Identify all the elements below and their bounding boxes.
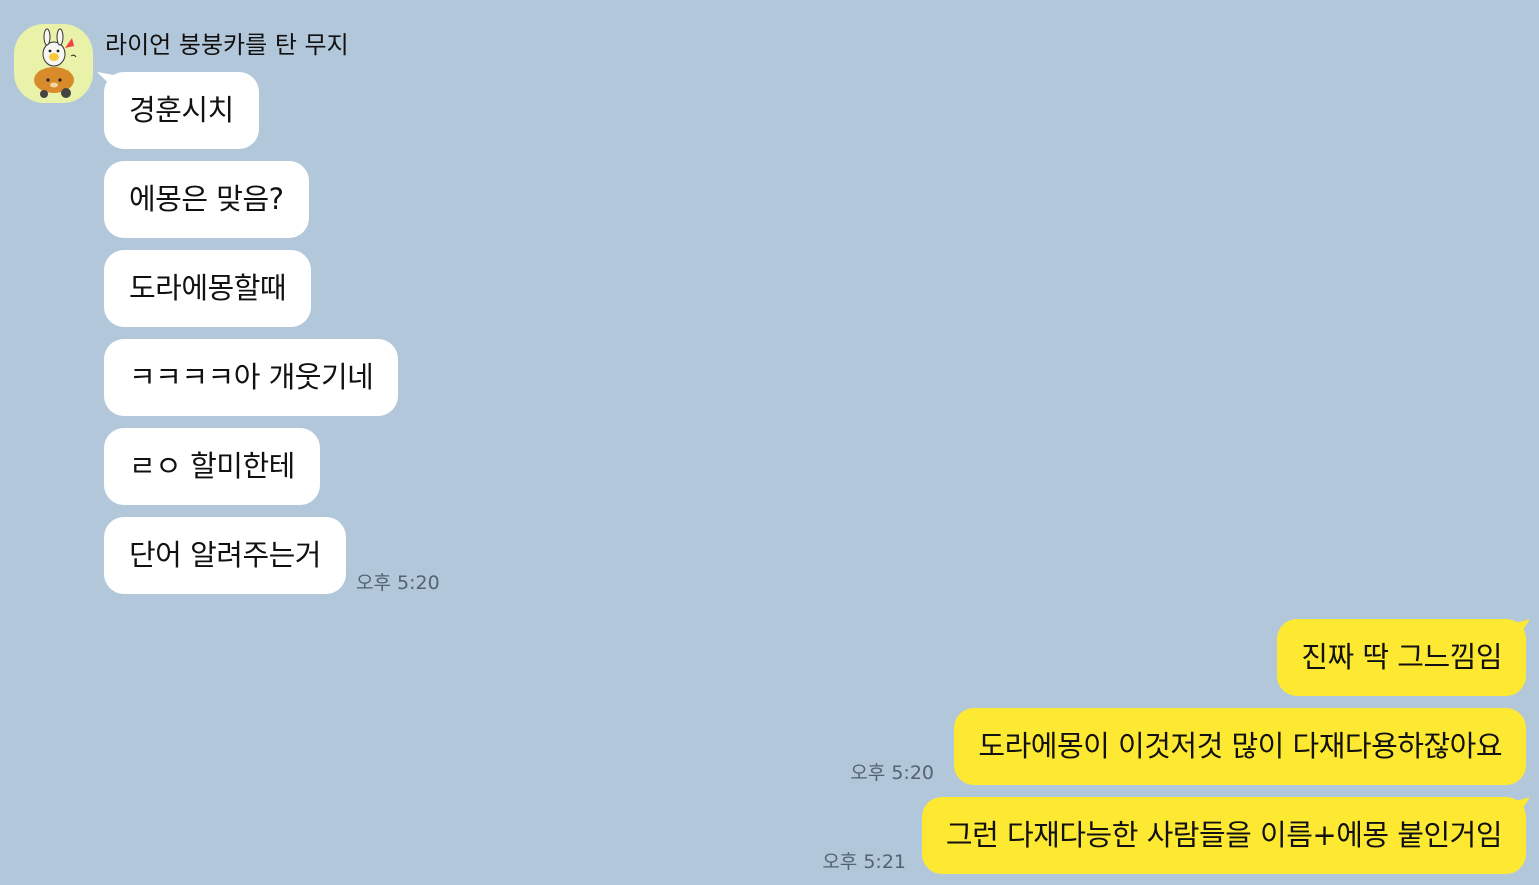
outgoing-timestamp: 오후 5:20 (850, 762, 934, 784)
message-text: 진짜 딱 그느낌임 (1301, 640, 1502, 674)
incoming-message-bubble[interactable]: 단어 알려주는거 (104, 517, 346, 594)
message-text: 단어 알려주는거 (129, 538, 321, 572)
outgoing-message-bubble[interactable]: 도라에몽이 이것저것 많이 다재다용하잖아요 (954, 708, 1526, 785)
message-text: 에몽은 맞음? (129, 182, 284, 216)
incoming-timestamp: 오후 5:20 (356, 572, 440, 594)
sender-avatar[interactable] (14, 24, 93, 103)
muzi-riding-ryan-avatar-icon (34, 28, 77, 98)
message-text: 경훈시치 (129, 93, 234, 127)
incoming-message-bubble[interactable]: ㅋㅋㅋㅋ아 개웃기네 (104, 339, 399, 416)
sender-name: 라이언 붕붕카를 탄 무지 (105, 31, 349, 59)
message-text: 도라에몽할때 (129, 271, 287, 305)
incoming-message-bubble[interactable]: 에몽은 맞음? (104, 161, 309, 238)
outgoing-timestamp: 오후 5:21 (822, 851, 906, 873)
message-text: ㄹㅇ 할미한테 (129, 449, 295, 483)
outgoing-message-bubble[interactable]: 그런 다재다능한 사람들을 이름+에몽 붙인거임 (921, 797, 1526, 874)
incoming-message-bubble[interactable]: 도라에몽할때 (104, 250, 312, 327)
incoming-message-bubble[interactable]: ㄹㅇ 할미한테 (104, 428, 320, 505)
message-text: 그런 다재다능한 사람들을 이름+에몽 붙인거임 (945, 818, 1503, 852)
message-text: 도라에몽이 이것저것 많이 다재다용하잖아요 (978, 729, 1502, 763)
incoming-message-bubble[interactable]: 경훈시치 (104, 72, 259, 149)
outgoing-message-bubble[interactable]: 진짜 딱 그느낌임 (1277, 619, 1526, 696)
message-text: ㅋㅋㅋㅋ아 개웃기네 (129, 360, 374, 394)
